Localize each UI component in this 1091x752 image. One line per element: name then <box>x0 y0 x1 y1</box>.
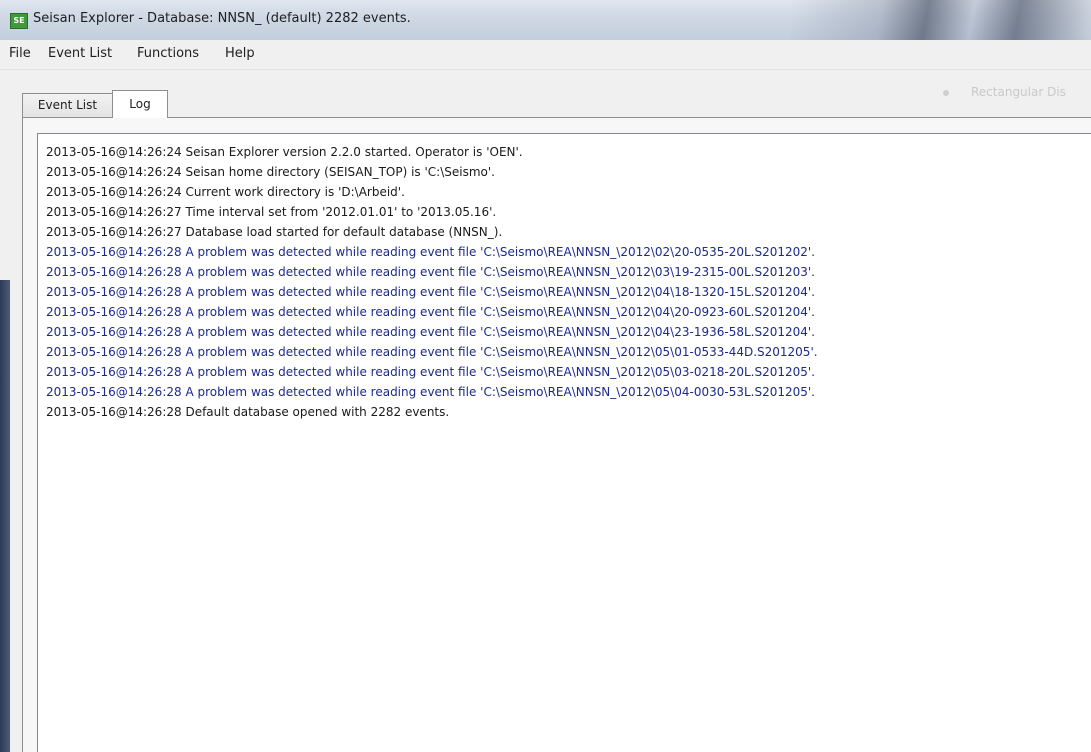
log-line-warning: 2013-05-16@14:26:28 A problem was detect… <box>46 285 815 299</box>
tab-log[interactable]: Log <box>112 90 168 118</box>
log-line: 2013-05-16@14:26:27 Database load starte… <box>46 225 503 239</box>
title-bar-glass-decoration <box>791 0 1091 40</box>
title-bar[interactable]: SE Seisan Explorer - Database: NNSN_ (de… <box>0 0 1091 40</box>
log-lines: 2013-05-16@14:26:24 Seisan Explorer vers… <box>46 142 818 422</box>
radio-icon <box>943 89 949 96</box>
log-line: 2013-05-16@14:26:24 Current work directo… <box>46 185 405 199</box>
seisan-explorer-window: SE Seisan Explorer - Database: NNSN_ (de… <box>0 0 1091 752</box>
menu-functions[interactable]: Functions <box>137 46 199 61</box>
log-line-warning: 2013-05-16@14:26:28 A problem was detect… <box>46 385 815 399</box>
menu-file[interactable]: File <box>9 46 31 61</box>
log-line-warning: 2013-05-16@14:26:28 A problem was detect… <box>46 305 815 319</box>
menu-help[interactable]: Help <box>225 46 255 61</box>
log-line-warning: 2013-05-16@14:26:28 A problem was detect… <box>46 365 815 379</box>
log-line: 2013-05-16@14:26:27 Time interval set fr… <box>46 205 497 219</box>
tab-event-list[interactable]: Event List <box>22 93 113 117</box>
menu-bar: File Event List Functions Help <box>0 40 1091 70</box>
log-output[interactable]: 2013-05-16@14:26:24 Seisan Explorer vers… <box>37 133 1091 752</box>
tab-strip: Event List Log Rectangular Dis <box>0 70 1091 124</box>
seisan-explorer-app-icon[interactable]: SE <box>10 13 28 29</box>
menu-event-list[interactable]: Event List <box>48 46 112 61</box>
background-window-edge <box>0 280 10 752</box>
log-line-warning: 2013-05-16@14:26:28 A problem was detect… <box>46 345 818 359</box>
log-line: 2013-05-16@14:26:24 Seisan Explorer vers… <box>46 145 523 159</box>
rectangular-distance-option: Rectangular Dis <box>943 85 1066 99</box>
rectangular-distance-label: Rectangular Dis <box>971 85 1066 99</box>
log-line-warning: 2013-05-16@14:26:28 A problem was detect… <box>46 325 815 339</box>
window-title: Seisan Explorer - Database: NNSN_ (defau… <box>33 11 411 26</box>
log-line: 2013-05-16@14:26:28 Default database ope… <box>46 405 450 419</box>
log-line-warning: 2013-05-16@14:26:28 A problem was detect… <box>46 265 815 279</box>
log-line-warning: 2013-05-16@14:26:28 A problem was detect… <box>46 245 815 259</box>
log-line: 2013-05-16@14:26:24 Seisan home director… <box>46 165 495 179</box>
